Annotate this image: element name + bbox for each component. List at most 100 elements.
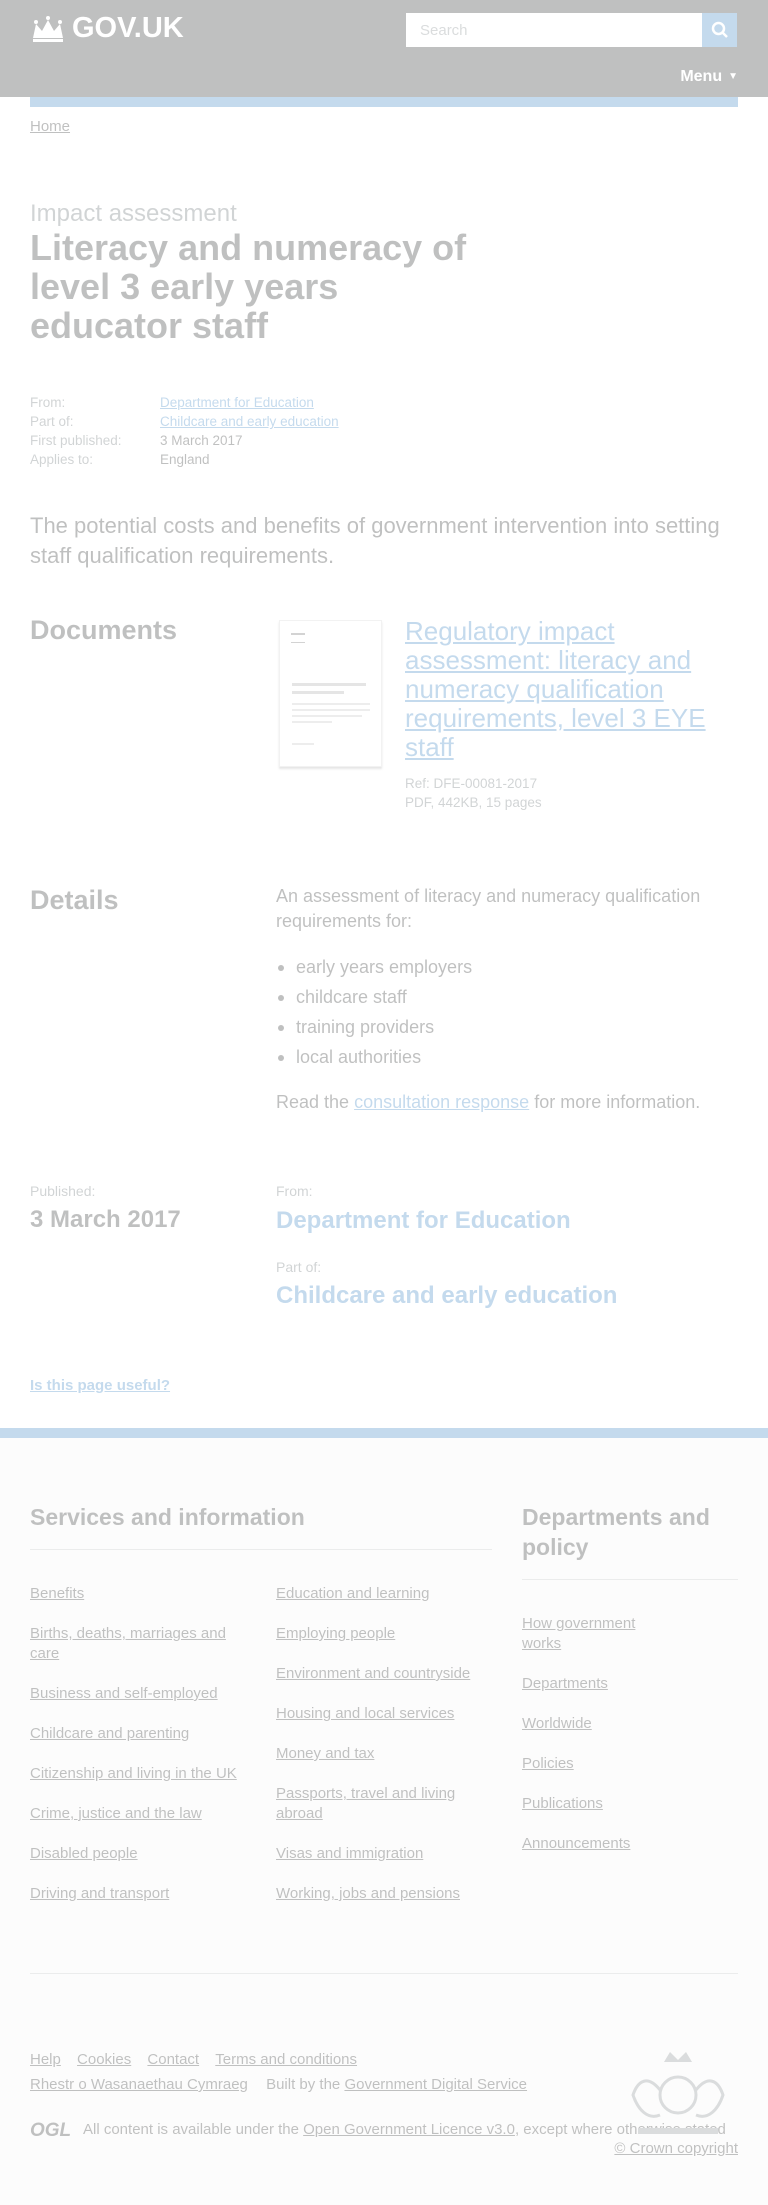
welsh-services-link[interactable]: Rhestr o Wasanaethau Cymraeg bbox=[30, 2076, 248, 2093]
ogl-logo: OGL bbox=[30, 2120, 72, 2141]
metadata-list: From: Department for Education Part of: Ch… bbox=[30, 393, 339, 469]
footer-link[interactable]: Passports, travel and living abroad bbox=[276, 1784, 486, 1824]
footer-link[interactable]: Publications bbox=[522, 1794, 603, 1814]
published-label: Published: bbox=[30, 1183, 96, 1199]
logo-text: GOV.UK bbox=[72, 12, 184, 44]
royal-coat-of-arms-icon bbox=[631, 2052, 725, 2134]
crest-icon bbox=[291, 633, 305, 643]
search-button[interactable] bbox=[702, 13, 737, 47]
breadcrumb-home[interactable]: Home bbox=[30, 118, 70, 135]
meta-row: Applies to: England bbox=[30, 450, 339, 469]
footer-link[interactable]: Housing and local services bbox=[276, 1704, 496, 1724]
footer-link[interactable]: Driving and transport bbox=[30, 1884, 250, 1904]
details-more-prefix: Read the bbox=[276, 1092, 355, 1112]
footer-bottom-links: Help Cookies Contact Terms and condition… bbox=[30, 2051, 357, 2068]
thumbnail-line bbox=[292, 691, 344, 694]
meta-value: England bbox=[160, 452, 210, 467]
services-heading: Services and information bbox=[30, 1504, 305, 1530]
thumbnail-line bbox=[292, 743, 314, 745]
terms-link[interactable]: Terms and conditions bbox=[215, 2051, 357, 2068]
footer-link[interactable]: Business and self-employed bbox=[30, 1684, 250, 1704]
menu-button[interactable]: Menu ▼ bbox=[680, 68, 738, 86]
footer-bottom-row-2: Rhestr o Wasanaethau Cymraeg Built by th… bbox=[30, 2076, 527, 2093]
footer-link[interactable]: Births, deaths, marriages and care bbox=[30, 1624, 250, 1664]
departments-heading: Departments and policy bbox=[522, 1504, 710, 1560]
meta-from-link[interactable]: Department for Education bbox=[160, 393, 314, 412]
document-link[interactable]: Regulatory impact assessment: literacy a… bbox=[405, 616, 706, 762]
search-form bbox=[406, 13, 737, 47]
licence-prefix: All content is available under the bbox=[83, 2121, 304, 2138]
thumbnail-line bbox=[292, 683, 366, 686]
crown-icon bbox=[33, 15, 63, 42]
list-item: training providers bbox=[276, 1017, 472, 1047]
breadcrumb: Home bbox=[30, 118, 70, 135]
footer-link[interactable]: Benefits bbox=[30, 1584, 250, 1604]
site-footer: Services and information Benefits Births… bbox=[0, 1428, 768, 2205]
footer-link[interactable]: Announcements bbox=[522, 1834, 630, 1854]
details-list: early years employers childcare staff tr… bbox=[276, 957, 472, 1077]
meta-key: First published: bbox=[30, 433, 122, 448]
help-link[interactable]: Help bbox=[30, 2051, 61, 2068]
built-by-prefix: Built by the bbox=[266, 2076, 345, 2093]
footer-link[interactable]: How government works bbox=[522, 1614, 662, 1654]
contact-link[interactable]: Contact bbox=[147, 2051, 199, 2068]
details-heading: Details bbox=[30, 885, 119, 915]
documents-heading: Documents bbox=[30, 615, 178, 645]
footer-link[interactable]: Crime, justice and the law bbox=[30, 1804, 250, 1824]
list-item: childcare staff bbox=[276, 987, 472, 1017]
footer-link[interactable]: Visas and immigration bbox=[276, 1844, 496, 1864]
meta-key: Part of: bbox=[30, 414, 74, 429]
meta-value: 3 March 2017 bbox=[160, 433, 243, 448]
govuk-logo[interactable]: GOV.UK bbox=[30, 12, 184, 45]
search-icon bbox=[711, 21, 728, 38]
meta-part-of-link[interactable]: Childcare and early education bbox=[160, 412, 339, 431]
document-info: PDF, 442KB, 15 pages bbox=[405, 795, 542, 810]
document-thumbnail[interactable] bbox=[279, 620, 382, 767]
thumbnail-line bbox=[292, 715, 362, 717]
page-title: Literacy and numeracy of level 3 early y… bbox=[30, 227, 467, 346]
part-of-label: Part of: bbox=[276, 1259, 322, 1275]
from-label: From: bbox=[276, 1183, 313, 1199]
list-item: early years employers bbox=[276, 957, 472, 987]
consultation-response-link[interactable]: consultation response bbox=[354, 1092, 529, 1112]
footer-link[interactable]: Money and tax bbox=[276, 1744, 496, 1764]
details-intro: An assessment of literacy and numeracy q… bbox=[276, 886, 701, 931]
crown-copyright-link[interactable]: © Crown copyright bbox=[614, 2140, 738, 2157]
document-title: Regulatory impact assessment: literacy a… bbox=[405, 617, 735, 762]
details-more: Read the consultation response for more … bbox=[276, 1092, 700, 1113]
header-accent-bar bbox=[30, 97, 738, 107]
caret-down-icon: ▼ bbox=[728, 71, 738, 82]
details-more-suffix: for more information. bbox=[529, 1092, 701, 1112]
footer-link[interactable]: Policies bbox=[522, 1754, 574, 1774]
feedback-link[interactable]: Is this page useful? bbox=[30, 1377, 170, 1394]
site-header: GOV.UK Menu ▼ bbox=[0, 0, 768, 97]
footer-link[interactable]: Departments bbox=[522, 1674, 608, 1694]
list-item: local authorities bbox=[276, 1047, 472, 1077]
document-meta: Ref: DFE-00081-2017 PDF, 442KB, 15 pages bbox=[405, 774, 542, 812]
footer-link[interactable]: Worldwide bbox=[522, 1714, 592, 1734]
divider bbox=[522, 1579, 738, 1580]
thumbnail-line bbox=[292, 703, 370, 705]
part-of-link[interactable]: Childcare and early education bbox=[276, 1282, 617, 1310]
meta-row: Part of: Childcare and early education bbox=[30, 412, 339, 431]
footer-link[interactable]: Working, jobs and pensions bbox=[276, 1884, 496, 1904]
cookies-link[interactable]: Cookies bbox=[77, 2051, 131, 2068]
from-link[interactable]: Department for Education bbox=[276, 1207, 571, 1235]
footer-link[interactable]: Citizenship and living in the UK bbox=[30, 1764, 260, 1784]
gds-link[interactable]: Government Digital Service bbox=[344, 2076, 527, 2093]
open-government-licence-link[interactable]: Open Government Licence v3.0 bbox=[303, 2121, 515, 2138]
footer-link[interactable]: Environment and countryside bbox=[276, 1664, 496, 1684]
divider bbox=[30, 1549, 492, 1550]
page-caption: Impact assessment bbox=[30, 200, 237, 227]
footer-link[interactable]: Education and learning bbox=[276, 1584, 496, 1604]
footer-link[interactable]: Employing people bbox=[276, 1624, 496, 1644]
thumbnail-line bbox=[292, 709, 370, 711]
published-date: 3 March 2017 bbox=[30, 1206, 181, 1233]
meta-row: From: Department for Education bbox=[30, 393, 339, 412]
footer-link[interactable]: Disabled people bbox=[30, 1844, 250, 1864]
footer-link[interactable]: Childcare and parenting bbox=[30, 1724, 250, 1744]
meta-row: First published: 3 March 2017 bbox=[30, 431, 339, 450]
search-input[interactable] bbox=[406, 13, 702, 47]
meta-key: From: bbox=[30, 395, 66, 410]
meta-key: Applies to: bbox=[30, 452, 94, 467]
